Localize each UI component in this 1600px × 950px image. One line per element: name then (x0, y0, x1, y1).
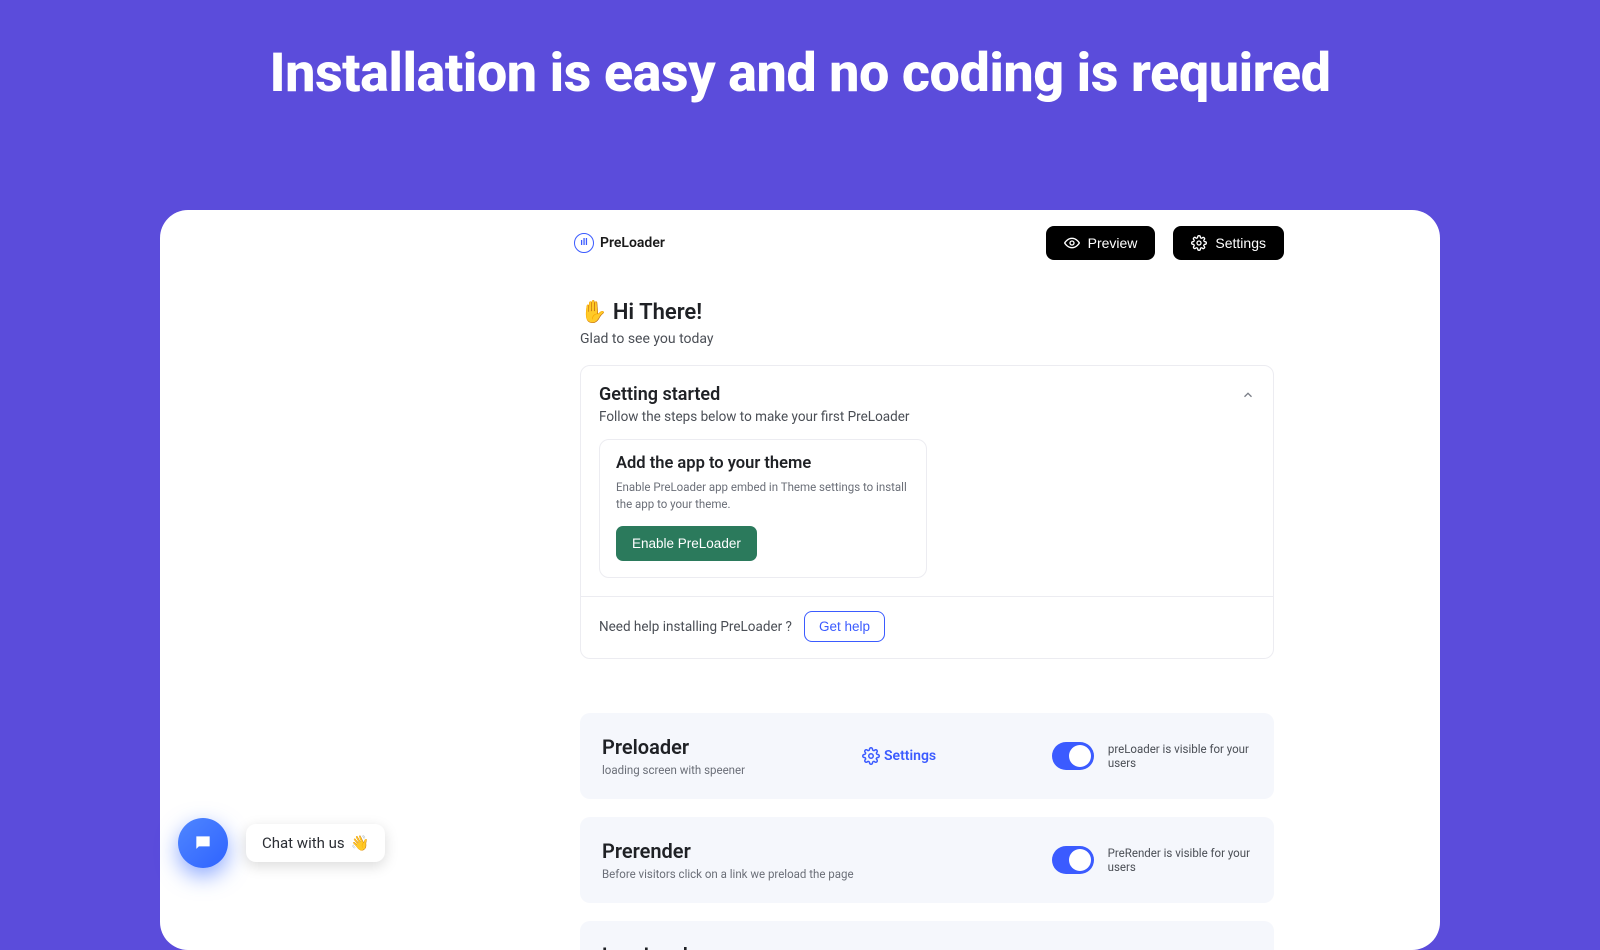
getting-started-panel: Getting started Follow the steps below t… (580, 365, 1274, 659)
gear-icon (1191, 235, 1207, 251)
chevron-up-icon[interactable] (1241, 388, 1255, 402)
preview-button[interactable]: Preview (1046, 226, 1156, 260)
chat-icon (193, 833, 213, 853)
brand: ıll PreLoader (574, 233, 665, 253)
feature-row-prerender: Prerender Before visitors click on a lin… (580, 817, 1274, 903)
settings-button-label: Settings (1215, 235, 1266, 251)
eye-icon (1064, 235, 1080, 251)
enable-preloader-button[interactable]: Enable PreLoader (616, 526, 757, 561)
feature-toggle[interactable] (1052, 742, 1094, 770)
features-list: Preloader loading screen with speener Se… (580, 713, 1274, 950)
help-text: Need help installing PreLoader ? (599, 619, 792, 635)
feature-toggle[interactable] (1052, 846, 1094, 874)
feature-title: Prerender (602, 839, 862, 863)
feature-toggle-caption: PreRender is visible for your users (1108, 846, 1252, 874)
feature-title: Preloader (602, 735, 862, 759)
gear-icon (862, 747, 880, 765)
feature-settings-link[interactable]: Settings (862, 747, 936, 765)
greeting-subtitle: Glad to see you today (580, 331, 1290, 347)
brand-name: PreLoader (600, 235, 665, 251)
get-help-button[interactable]: Get help (804, 611, 885, 642)
help-row: Need help installing PreLoader ? Get hel… (599, 611, 1255, 642)
step-description: Enable PreLoader app embed in Theme sett… (616, 479, 910, 512)
feature-title: LazyLoad (602, 943, 862, 950)
feature-subtitle: loading screen with speener (602, 763, 862, 777)
chat-label: Chat with us (262, 834, 345, 852)
feature-row-lazyload: LazyLoad images will not load until the … (580, 921, 1274, 950)
feature-settings-label: Settings (884, 748, 936, 764)
divider (581, 596, 1273, 597)
wave-emoji-icon: 👋 (351, 834, 370, 852)
step-card: Add the app to your theme Enable PreLoad… (599, 439, 927, 578)
greeting: ✋ Hi There! Glad to see you today (580, 300, 1290, 347)
hero-title: Installation is easy and no coding is re… (0, 42, 1600, 105)
app-header: ıll PreLoader Preview Settings (580, 226, 1290, 260)
feature-toggle-caption: preLoader is visible for your users (1108, 742, 1252, 770)
panel-subtitle: Follow the steps below to make your firs… (599, 409, 1255, 425)
step-title: Add the app to your theme (616, 454, 910, 473)
preview-button-label: Preview (1088, 235, 1138, 251)
chat-fab-button[interactable] (178, 818, 228, 868)
settings-button[interactable]: Settings (1173, 226, 1284, 260)
chat-pill[interactable]: Chat with us 👋 (246, 824, 385, 862)
feature-row-preloader: Preloader loading screen with speener Se… (580, 713, 1274, 799)
greeting-title: ✋ Hi There! (580, 300, 1290, 325)
feature-subtitle: Before visitors click on a link we prelo… (602, 867, 862, 881)
brand-logo-icon: ıll (574, 233, 594, 253)
panel-title: Getting started (599, 384, 1255, 405)
chat-widget: Chat with us 👋 (178, 818, 385, 868)
